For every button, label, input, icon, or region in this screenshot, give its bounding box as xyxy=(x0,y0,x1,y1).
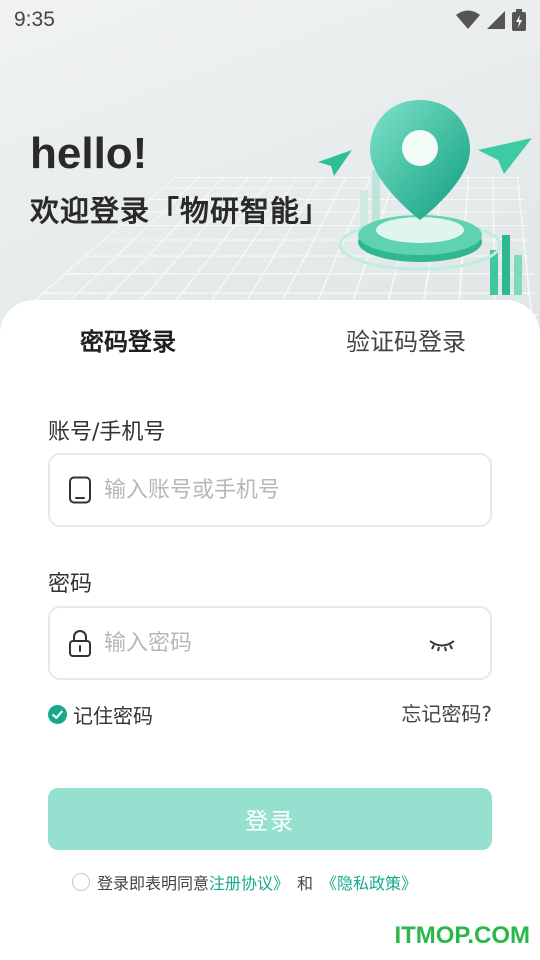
forgot-password-link[interactable]: 忘记密码? xyxy=(401,698,492,727)
remember-password-label: 记住密码 xyxy=(73,704,153,728)
status-bar: 9:35 xyxy=(0,0,540,40)
status-time: 9:35 xyxy=(14,8,55,31)
tab-label: 验证码登录 xyxy=(346,328,466,356)
phone-icon xyxy=(69,476,91,504)
tab-password-login[interactable]: 密码登录 xyxy=(80,326,188,364)
login-button[interactable]: 登录 xyxy=(48,788,492,850)
agreement-row: 登录即表明同意 注册协议》 和 《隐私政策》 xyxy=(72,870,417,894)
checked-circle-icon xyxy=(48,705,67,724)
status-icons xyxy=(456,9,526,31)
welcome-heading: 欢迎登录「物研智能」 xyxy=(30,194,331,228)
tab-code-login[interactable]: 验证码登录 xyxy=(346,326,466,358)
eye-closed-icon[interactable] xyxy=(428,630,456,658)
user-agreement-link[interactable]: 注册协议》 xyxy=(209,870,289,894)
password-field xyxy=(48,606,492,680)
agreement-radio[interactable] xyxy=(72,873,90,891)
remember-password-checkbox[interactable]: 记住密码 xyxy=(48,700,153,729)
location-pin-illustration xyxy=(318,100,532,295)
password-label: 密码 xyxy=(48,572,93,597)
cellular-signal-icon xyxy=(487,11,505,29)
agreement-prefix: 登录即表明同意 xyxy=(97,874,210,893)
wifi-icon xyxy=(456,10,480,29)
privacy-policy-link[interactable]: 《隐私政策》 xyxy=(321,870,417,894)
greeting-heading: hello! xyxy=(30,129,148,178)
tab-label: 密码登录 xyxy=(80,328,176,356)
agreement-and: 和 xyxy=(297,874,314,893)
account-field xyxy=(48,453,492,527)
watermark: ITMOP.COM xyxy=(394,922,530,949)
password-input[interactable] xyxy=(104,630,404,656)
account-label: 账号/手机号 xyxy=(48,420,166,445)
lock-icon xyxy=(69,630,91,657)
battery-icon xyxy=(512,9,526,31)
account-input[interactable] xyxy=(104,477,404,503)
